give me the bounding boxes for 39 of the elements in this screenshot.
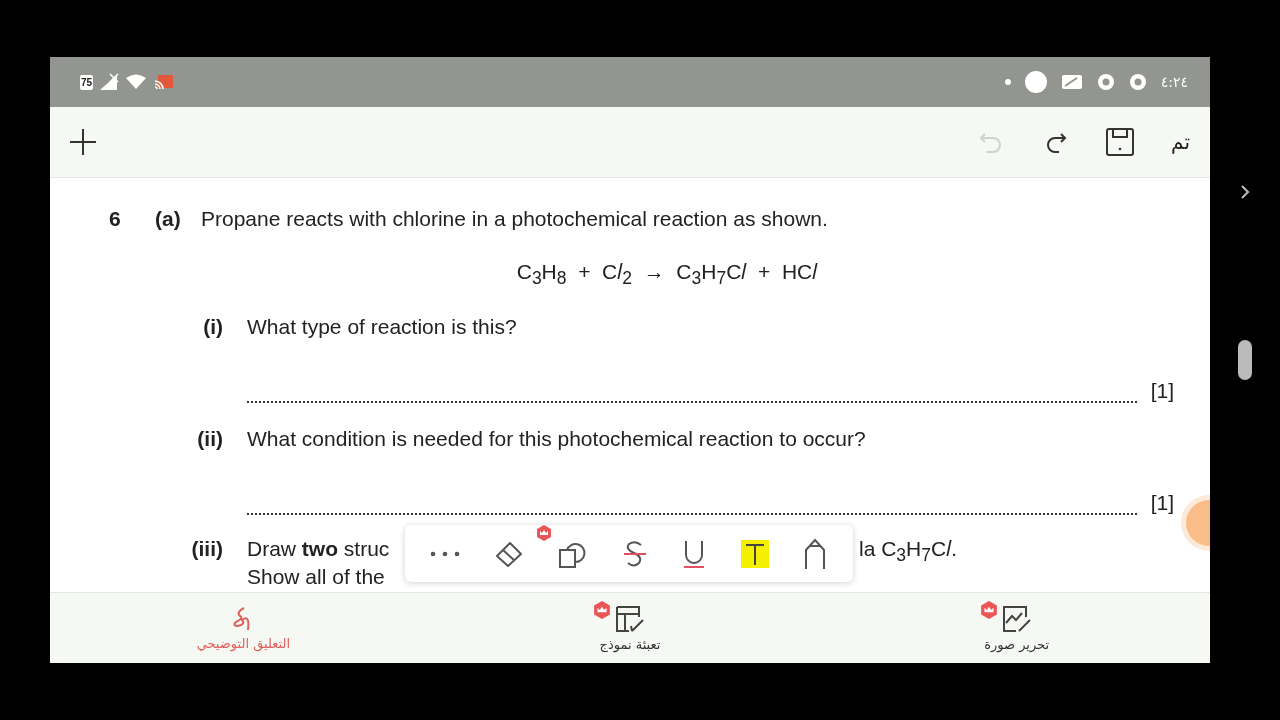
strikethrough-icon[interactable] [622, 539, 647, 568]
underline-icon[interactable] [681, 538, 706, 569]
question-text: What condition is needed for this photochemical reaction to occur? [247, 427, 866, 451]
browser-icon [1096, 73, 1115, 91]
subpart-label: (i) [202, 315, 223, 339]
nav-tab[interactable]: تحرير صورة [823, 593, 1210, 663]
done-button[interactable]: تم [1171, 130, 1190, 154]
pen-icon[interactable] [803, 537, 828, 570]
subpart-label: (iii) [190, 537, 223, 561]
notification-dot-icon [1004, 79, 1011, 85]
eraser-icon[interactable] [495, 540, 524, 567]
plus-icon[interactable] [68, 127, 98, 157]
part-label: (a) [155, 207, 182, 231]
wifi-icon [125, 74, 148, 90]
table-edit-icon [615, 604, 645, 633]
image-icon [1060, 74, 1083, 90]
marks-label: [1] [1150, 491, 1174, 515]
question-text: Propane reacts with chlorine in a photochemical reaction as shown. [201, 207, 828, 231]
cast-icon [153, 73, 176, 91]
question-text: What type of reaction is this? [247, 315, 517, 339]
battery-icon: 75 [80, 74, 94, 90]
highlight-icon[interactable] [740, 539, 769, 568]
chevron-right-icon[interactable] [1240, 184, 1250, 200]
question-text: Draw two struc [247, 537, 390, 562]
question-number: 6 [109, 207, 122, 231]
save-icon[interactable] [1105, 127, 1136, 157]
marks-label: [1] [1150, 379, 1174, 403]
image-edit-icon [1001, 604, 1032, 633]
browser-icon [1128, 73, 1147, 91]
nav-tab[interactable]: تعبئة نموذج [436, 593, 824, 663]
more-icon[interactable] [430, 550, 461, 557]
clock: ٤:٢٤ [1160, 74, 1188, 90]
subpart-label: (ii) [196, 427, 223, 451]
circle-icon [1024, 71, 1047, 93]
question-text: Show all of the [247, 566, 386, 589]
equation: C$_{3}$H$_{8}$ + C𝑙$_{2}$ → C$_{3}$H$_{7}$C𝑙 + HC𝑙 [516, 260, 818, 290]
question-text: la C$_{3}$H$_{7}$C𝑙. [859, 537, 957, 567]
signal-icon [99, 73, 120, 91]
scroll-handle[interactable] [1238, 340, 1252, 380]
